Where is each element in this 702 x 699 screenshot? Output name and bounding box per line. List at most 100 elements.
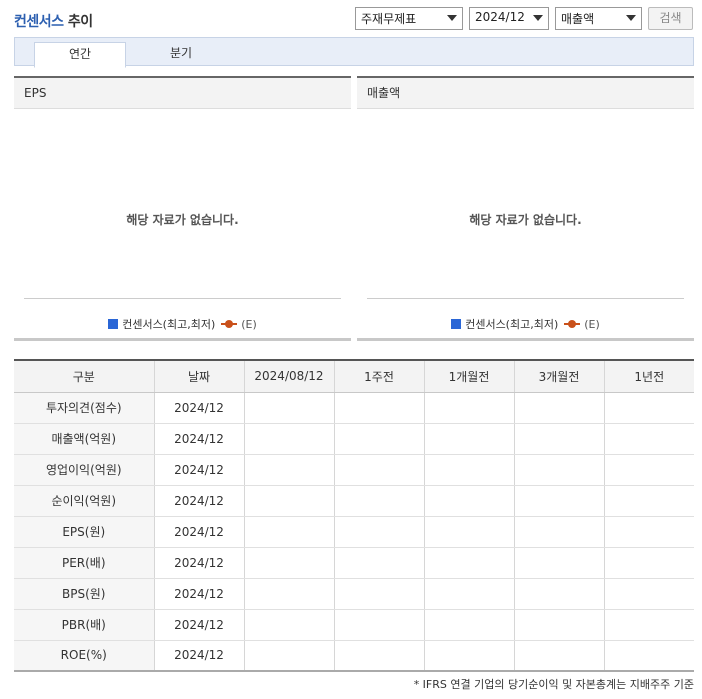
table-cell (514, 423, 605, 455)
column-header: 날짜 (154, 360, 245, 393)
eps-legend: 컨센서스(최고,최저) (E) (14, 316, 351, 332)
table-row: PBR(배) 2024/12 (14, 609, 694, 641)
table-cell (424, 578, 515, 610)
table-cell (604, 454, 694, 486)
table-cell (334, 516, 425, 548)
period-value: 2024/12 (475, 10, 525, 24)
table-cell (514, 609, 605, 641)
row-label: PBR(배) (14, 609, 155, 641)
tab-quarterly[interactable]: 분기 (135, 42, 227, 67)
consensus-table: 구분 날짜 2024/08/12 1주전 1개월전 3개월전 1년전 투자의견(… (14, 359, 694, 672)
row-date: 2024/12 (154, 609, 245, 641)
table-cell (244, 640, 335, 672)
search-button[interactable]: 검색 (648, 7, 693, 30)
row-label: PER(배) (14, 547, 155, 579)
column-header: 1개월전 (424, 360, 515, 393)
row-date: 2024/12 (154, 640, 245, 672)
table-cell (244, 578, 335, 610)
table-row: ROE(%) 2024/12 (14, 640, 694, 672)
table-cell (424, 609, 515, 641)
row-label: EPS(원) (14, 516, 155, 548)
range-legend-label: 컨센서스(최고,최저) (465, 318, 559, 331)
sales-legend: 컨센서스(최고,최저) (E) (357, 316, 694, 332)
sales-chart-baseline (367, 298, 684, 299)
table-cell (514, 516, 605, 548)
range-legend-swatch (108, 319, 119, 329)
table-cell (244, 609, 335, 641)
estimate-legend-label: (E) (241, 318, 257, 331)
table-row: PER(배) 2024/12 (14, 547, 694, 579)
eps-chart-baseline (24, 298, 341, 299)
table-cell (424, 640, 515, 672)
footnote: * IFRS 연결 기업의 당기순이익 및 자본총계는 지배주주 기준 (413, 678, 694, 691)
eps-empty-message: 해당 자료가 없습니다. (126, 213, 239, 227)
page-title: 컨센서스 추이 (14, 11, 93, 31)
chevron-down-icon (533, 15, 543, 21)
table-cell (244, 454, 335, 486)
table-cell (334, 578, 425, 610)
column-header: 1년전 (604, 360, 694, 393)
table-cell (514, 485, 605, 517)
table-cell (604, 578, 694, 610)
table-cell (424, 454, 515, 486)
table-cell (604, 485, 694, 517)
table-row: EPS(원) 2024/12 (14, 516, 694, 548)
row-label: ROE(%) (14, 640, 155, 672)
tab-annual[interactable]: 연간 (34, 42, 126, 68)
table-cell (334, 392, 425, 424)
page-title-highlight: 컨센서스 (14, 14, 64, 30)
estimate-legend-label: (E) (584, 318, 600, 331)
row-date: 2024/12 (154, 454, 245, 486)
table-cell (514, 578, 605, 610)
table-row: BPS(원) 2024/12 (14, 578, 694, 610)
chevron-down-icon (626, 15, 636, 21)
table-cell (424, 485, 515, 517)
row-date: 2024/12 (154, 423, 245, 455)
table-cell (334, 547, 425, 579)
table-cell (514, 547, 605, 579)
table-header-row: 구분 날짜 2024/08/12 1주전 1개월전 3개월전 1년전 (14, 360, 694, 393)
row-date: 2024/12 (154, 516, 245, 548)
table-cell (244, 392, 335, 424)
metric-select[interactable]: 매출액 (555, 7, 642, 30)
row-date: 2024/12 (154, 392, 245, 424)
range-legend-label: 컨센서스(최고,최저) (122, 318, 216, 331)
statement-type-value: 주재무제표 (361, 12, 417, 26)
statement-type-select[interactable]: 주재무제표 (355, 7, 463, 30)
table-cell (514, 454, 605, 486)
row-label: 투자의견(점수) (14, 392, 155, 424)
table-cell (424, 547, 515, 579)
estimate-legend-marker (221, 319, 238, 329)
period-select[interactable]: 2024/12 (469, 7, 549, 30)
table-cell (604, 392, 694, 424)
chevron-down-icon (447, 15, 457, 21)
metric-value: 매출액 (561, 12, 595, 26)
table-cell (424, 423, 515, 455)
eps-chart-panel: EPS 해당 자료가 없습니다. 컨센서스(최고,최저) (E) (14, 76, 351, 341)
table-cell (244, 547, 335, 579)
page-title-rest: 추이 (63, 14, 93, 30)
table-cell (604, 516, 694, 548)
table-row: 매출액(억원) 2024/12 (14, 423, 694, 455)
row-date: 2024/12 (154, 578, 245, 610)
table-cell (244, 516, 335, 548)
range-legend-swatch (451, 319, 462, 329)
sales-panel-title: 매출액 (357, 76, 694, 109)
table-cell (334, 640, 425, 672)
table-cell (604, 547, 694, 579)
row-date: 2024/12 (154, 547, 245, 579)
estimate-legend-marker (564, 319, 581, 329)
table-cell (604, 423, 694, 455)
table-cell (334, 485, 425, 517)
table-cell (604, 609, 694, 641)
column-header: 1주전 (334, 360, 425, 393)
column-header: 2024/08/12 (244, 360, 335, 393)
table-cell (424, 392, 515, 424)
sales-empty-message: 해당 자료가 없습니다. (469, 213, 582, 227)
period-tabs: 연간 분기 (14, 37, 694, 68)
table-cell (514, 640, 605, 672)
row-date: 2024/12 (154, 485, 245, 517)
table-cell (514, 392, 605, 424)
table-cell (424, 516, 515, 548)
row-label: 순이익(억원) (14, 485, 155, 517)
